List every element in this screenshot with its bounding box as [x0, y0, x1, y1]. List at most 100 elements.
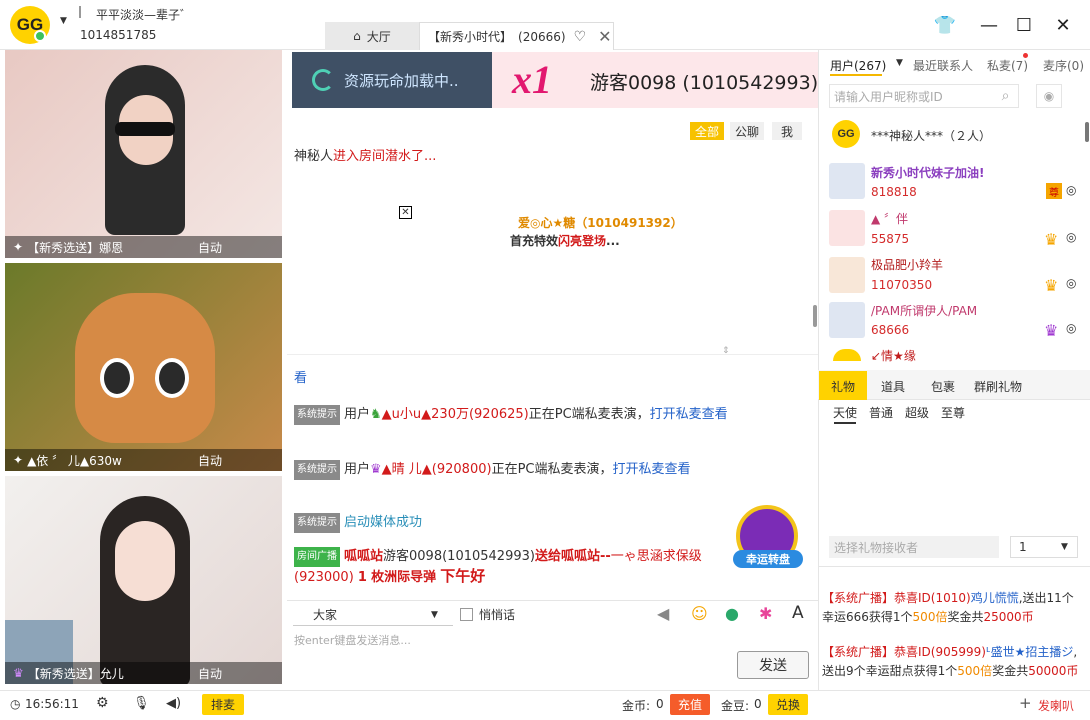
message-input[interactable]: 按enter键盘发送消息... — [294, 632, 724, 648]
clock-icon: ◷ — [10, 697, 21, 711]
settings-icon[interactable]: ⚙ — [96, 695, 109, 711]
whisper-checkbox[interactable] — [460, 608, 473, 621]
video-mode[interactable]: 自动 — [198, 452, 222, 469]
tab-mic-order[interactable]: 麦序(0) — [1043, 57, 1084, 74]
video-caption-text: 【新秀选送】娜恩 — [27, 240, 124, 255]
broadcast-msg: 【系统广播】恭喜ID(905999)ᒻ盛世★招主播ジ,送出9个幸运甜点获得1个5… — [822, 643, 1084, 681]
broadcast-amount: 50000币 — [1028, 664, 1079, 678]
broadcast-msg: 【系统广播】恭喜ID(1010)鸡儿慌慌,送出11个幸运666获得1个500倍奖… — [822, 589, 1084, 627]
target-select[interactable]: 大家 ▼ — [293, 604, 453, 626]
video-panel-1[interactable]: ✦ 【新秀选送】娜恩 自动 — [5, 50, 282, 258]
chat-user[interactable]: 游客0098(1010542993) — [383, 549, 535, 564]
queue-button[interactable]: 排麦 — [202, 694, 244, 715]
chat-text: 下午好 — [440, 567, 486, 585]
video-mode[interactable]: 自动 — [198, 239, 222, 256]
effect-user-id: （1010491392） — [575, 216, 683, 230]
camera-icon[interactable]: ◎ — [1066, 183, 1076, 197]
horn-button[interactable]: 发喇叭 — [1038, 697, 1074, 714]
minimize-icon[interactable]: — — [976, 12, 1002, 38]
chat-line-system: 系统提示 用户♛▲晴 儿▲(920800)正在PC端私麦表演，打开私麦查看 — [294, 460, 734, 480]
gift-sub-super[interactable]: 超级 — [905, 404, 929, 421]
mic-icon[interactable]: 🎙 — [133, 696, 150, 711]
user-rank-icon: ✦ — [13, 453, 24, 467]
tab-room[interactable]: 【新秀小时代】 (20666) ♡ ✕ — [419, 22, 614, 50]
avatar[interactable] — [829, 302, 865, 338]
avatar[interactable] — [829, 163, 865, 199]
plus-icon[interactable]: + — [1019, 694, 1032, 712]
user-name[interactable]: /PAM所谓伊人/PAM — [871, 302, 977, 319]
gift-tab-props[interactable]: 道具 — [881, 378, 905, 395]
user-num: 55875 — [871, 232, 910, 246]
open-private-link[interactable]: 打开私麦查看 — [613, 462, 691, 477]
avatar[interactable] — [829, 257, 865, 293]
broadcast-user[interactable]: 鸡儿慌慌 — [971, 591, 1019, 605]
avatar[interactable] — [829, 210, 865, 246]
maximize-icon[interactable]: ☐ — [1011, 12, 1037, 38]
font-icon[interactable]: A — [792, 603, 804, 623]
party-icon[interactable]: ✱ — [759, 604, 772, 623]
emoji-icon[interactable]: ☺ — [691, 604, 708, 623]
tab-users[interactable]: 用户(267) — [830, 57, 886, 74]
gift-tab-gifts[interactable]: 礼物 — [831, 378, 855, 395]
user-list-scrollbar[interactable] — [1085, 122, 1089, 142]
skin-icon[interactable]: 👕 — [932, 12, 958, 38]
lucky-wheel-label[interactable]: 幸运转盘 — [733, 550, 803, 568]
filter-all[interactable]: 全部 — [690, 122, 724, 140]
tab-hall[interactable]: ⌂ 大厅 — [325, 22, 419, 50]
camera-icon[interactable]: ◎ — [1066, 276, 1076, 290]
system-tag: 系统提示 — [294, 513, 340, 533]
user-name[interactable]: 极品肥小羚羊 — [871, 256, 943, 273]
broadcast-user[interactable]: ᒻ盛世★招主播ジ — [986, 645, 1073, 659]
chat-line-broadcast: 房间广播 呱呱站游客0098(1010542993)送给呱呱站--一ゃ思涵求保级(… — [294, 547, 734, 587]
close-tab-icon[interactable]: ✕ — [598, 27, 611, 46]
tab-recent[interactable]: 最近联系人 — [913, 57, 973, 74]
heart-icon[interactable]: ♡ — [574, 29, 587, 45]
user-name[interactable]: ▲ 〞伴 — [871, 210, 908, 227]
gift-name: 枚洲际导弹 — [371, 570, 437, 585]
caret-down-icon: ▼ — [1061, 542, 1068, 552]
video-mode[interactable]: 自动 — [198, 665, 222, 682]
gift-receiver-select[interactable]: 选择礼物接收者 — [829, 536, 999, 558]
chat-user[interactable]: ▲晴 儿▲(920800) — [382, 462, 492, 477]
user-name[interactable]: ↙情★缘 — [871, 347, 916, 364]
exchange-button[interactable]: 兑换 — [768, 694, 808, 715]
caret-down-icon[interactable]: ▼ — [896, 58, 903, 68]
camera-icon[interactable]: ◎ — [1066, 230, 1076, 244]
search-icon[interactable]: ⌕ — [992, 84, 1019, 108]
chat-user[interactable]: 神秘人 — [294, 149, 333, 164]
video-panel-2[interactable]: ✦ ▲依 〞 儿▲630w 自动 — [5, 263, 282, 471]
user-search-input[interactable]: 请输入用户昵称或ID — [829, 84, 1019, 108]
caret-down-icon[interactable]: ▼ — [60, 16, 67, 26]
speaker-icon[interactable]: ◀ — [657, 604, 669, 623]
effect-pre: 首充特效 — [510, 234, 559, 248]
close-icon[interactable]: ✕ — [1050, 12, 1076, 38]
chat-text: 正在PC端私麦表演， — [491, 462, 613, 477]
filter-public[interactable]: 公聊 — [730, 122, 764, 140]
gift-tab-package[interactable]: 包裹 — [931, 378, 955, 395]
gift-sub-normal[interactable]: 普通 — [869, 404, 893, 421]
flag-icon — [79, 6, 89, 18]
location-icon[interactable]: ◉ — [1036, 84, 1062, 108]
open-private-link[interactable]: 打开私麦查看 — [650, 407, 728, 422]
gift-quantity-select[interactable]: 1 ▼ — [1010, 536, 1078, 558]
chat-user[interactable]: ▲u小u▲230万(920625) — [382, 407, 529, 422]
gift-tab-group[interactable]: 群刷礼物 — [974, 378, 1022, 395]
chat-line-system: 系统提示 用户♞▲u小u▲230万(920625)正在PC端私麦表演，打开私麦查看 — [294, 405, 734, 425]
status-bar — [0, 690, 1090, 720]
filter-me[interactable]: 我 — [772, 122, 802, 140]
tab-private-mic[interactable]: 私麦(7) — [987, 57, 1028, 74]
system-tag: 系统提示 — [294, 460, 340, 480]
user-name[interactable]: 新秀小时代妹子加油! — [871, 164, 984, 181]
send-button[interactable]: 发送 — [737, 651, 809, 679]
chat-scrollbar[interactable] — [813, 305, 817, 327]
video-panel-3[interactable]: ♛ 【新秀选送】允儿 自动 — [5, 476, 282, 684]
gift-sub-angel[interactable]: 天使 — [833, 404, 857, 421]
volume-icon[interactable]: ◀) — [166, 696, 181, 711]
broadcast-tag: 房间广播 — [294, 547, 340, 567]
camera-icon[interactable]: ◎ — [1066, 321, 1076, 335]
recharge-button[interactable]: 充值 — [670, 694, 710, 715]
gift-sub-supreme[interactable]: 至尊 — [941, 404, 965, 421]
user-num: 11070350 — [871, 278, 933, 292]
user-icon[interactable]: ● — [725, 604, 739, 623]
loading-spinner-icon — [312, 69, 334, 91]
